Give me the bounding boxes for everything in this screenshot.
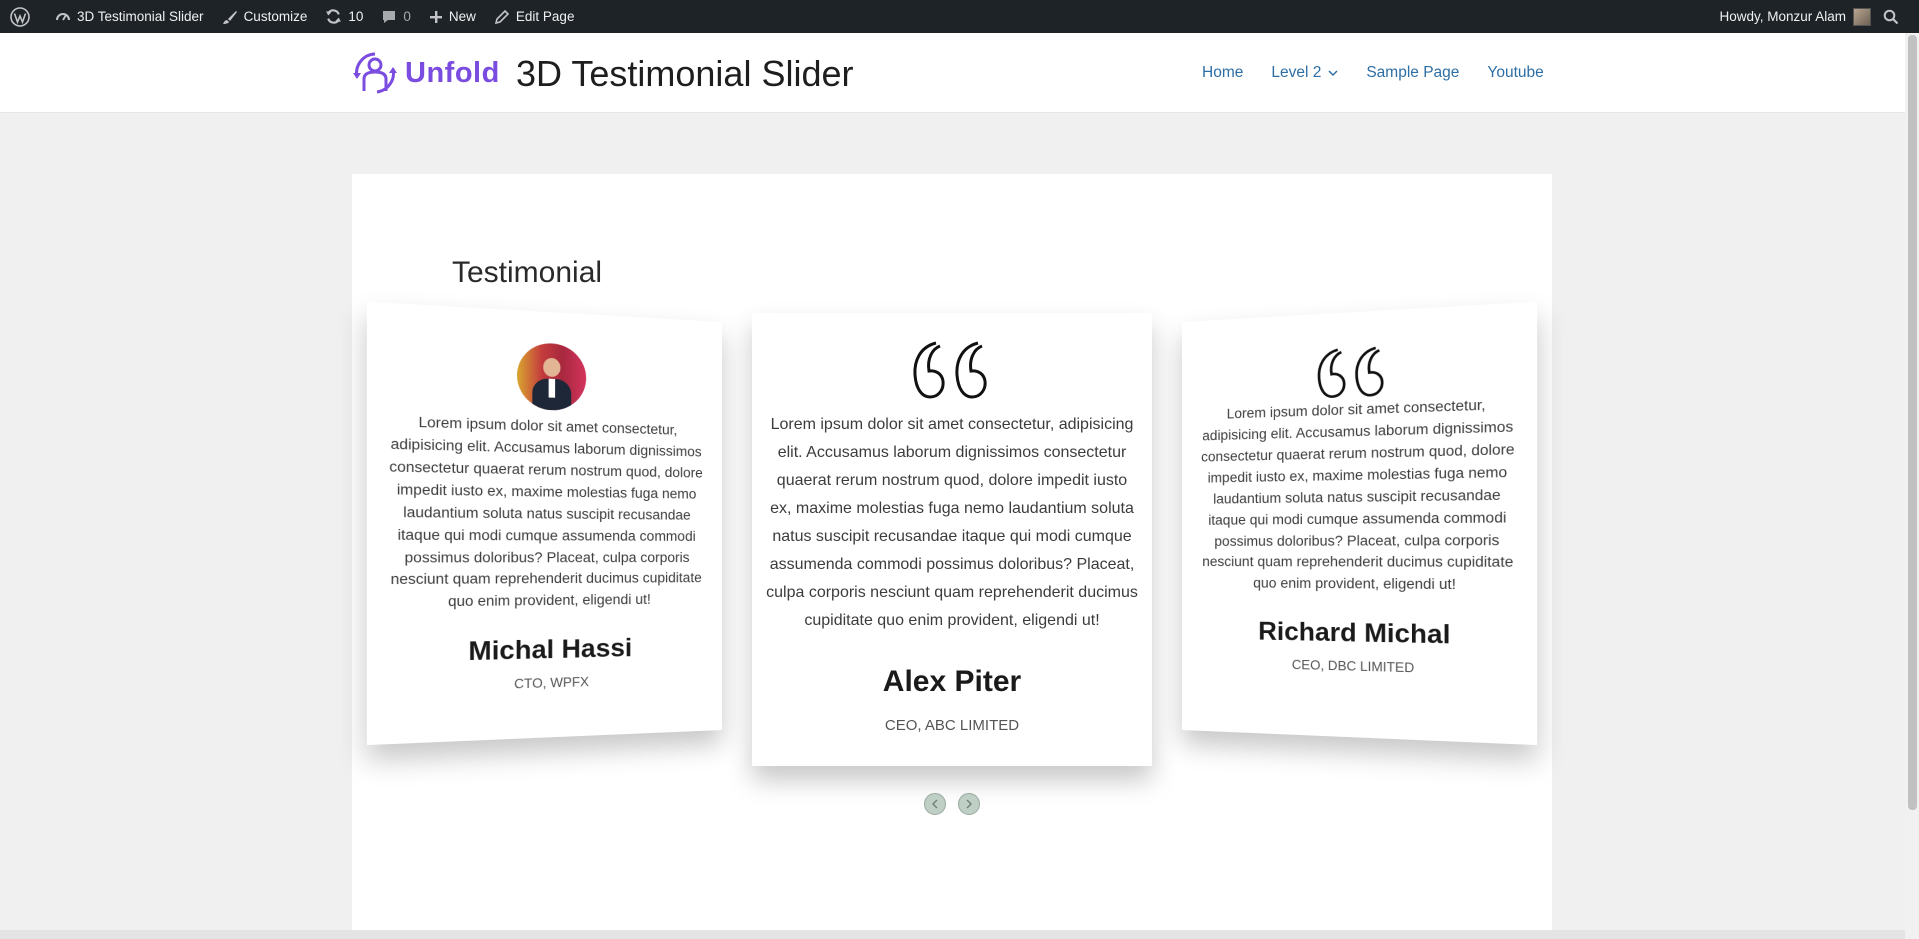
user-avatar bbox=[1853, 7, 1871, 26]
scrollbar-thumb[interactable] bbox=[1908, 35, 1917, 810]
slider-next-button[interactable] bbox=[958, 793, 980, 815]
edit-page-link[interactable]: Edit Page bbox=[485, 0, 584, 33]
my-account-menu[interactable]: Howdy, Monzur Alam bbox=[1710, 0, 1877, 33]
testimonial-name: Richard Michal bbox=[1258, 617, 1451, 651]
site-logo[interactable]: Unfold bbox=[351, 51, 500, 95]
primary-nav: Home Level 2 Sample Page Youtube bbox=[1202, 64, 1572, 82]
testimonial-role: CEO, ABC LIMITED bbox=[884, 717, 1020, 734]
updates-link[interactable]: 10 bbox=[316, 0, 372, 33]
comments-count: 0 bbox=[403, 9, 411, 24]
site-title[interactable]: 3D Testimonial Slider bbox=[516, 53, 853, 95]
chevron-down-icon bbox=[1328, 70, 1338, 77]
page-scrollbar[interactable] bbox=[1905, 33, 1919, 939]
testimonial-text: Lorem ipsum dolor sit amet consectetur, … bbox=[766, 416, 1138, 629]
testimonial-card-next[interactable]: Lorem ipsum dolor sit amet consectetur, … bbox=[1182, 301, 1538, 746]
updates-count: 10 bbox=[348, 9, 364, 24]
slider-navigation bbox=[924, 793, 980, 815]
quote-icon bbox=[913, 341, 987, 399]
admin-search-button[interactable] bbox=[1877, 0, 1911, 33]
site-header: Unfold 3D Testimonial Slider Home Level … bbox=[0, 33, 1905, 113]
nav-item-home[interactable]: Home bbox=[1202, 64, 1243, 82]
unfold-logo-icon bbox=[353, 52, 397, 94]
brush-icon bbox=[222, 10, 237, 24]
testimonial-card-active[interactable]: Lorem ipsum dolor sit amet consectetur, … bbox=[752, 313, 1152, 766]
testimonial-text: Lorem ipsum dolor sit amet consectetur, … bbox=[1201, 396, 1515, 593]
nav-item-sample-page[interactable]: Sample Page bbox=[1366, 64, 1459, 82]
testimonial-name: Alex Piter bbox=[882, 665, 1022, 698]
refresh-icon bbox=[326, 9, 342, 24]
logo-text: Unfold bbox=[405, 56, 500, 89]
new-content-link[interactable]: New bbox=[420, 0, 485, 33]
admin-bar: 3D Testimonial Slider Customize 10 0 New… bbox=[0, 0, 1919, 33]
wordpress-menu[interactable] bbox=[0, 0, 46, 33]
testimonial-card-prev[interactable]: Lorem ipsum dolor sit amet consectetur, … bbox=[366, 301, 722, 746]
slider-prev-button[interactable] bbox=[924, 793, 946, 815]
customize-link[interactable]: Customize bbox=[213, 0, 317, 33]
testimonial-slider: Lorem ipsum dolor sit amet consectetur, … bbox=[352, 174, 1552, 939]
footer-strip bbox=[0, 930, 1905, 939]
testimonial-role: CTO, WPFX bbox=[514, 675, 589, 692]
pencil-icon bbox=[494, 9, 510, 24]
testimonial-text: Lorem ipsum dolor sit amet consectetur, … bbox=[389, 414, 703, 610]
edit-page-label: Edit Page bbox=[515, 9, 575, 24]
plus-icon bbox=[429, 10, 442, 23]
nav-item-level-2[interactable]: Level 2 bbox=[1271, 64, 1338, 82]
site-name-link[interactable]: 3D Testimonial Slider bbox=[46, 0, 213, 33]
search-icon bbox=[1883, 9, 1899, 24]
chevron-right-icon bbox=[966, 799, 972, 809]
testimonial-avatar bbox=[516, 341, 587, 412]
page-content: Testimonial Lorem ipsum dolor sit amet c… bbox=[352, 174, 1552, 939]
quote-icon bbox=[1315, 342, 1391, 402]
testimonial-name: Michal Hassi bbox=[468, 633, 633, 667]
customize-label: Customize bbox=[243, 9, 308, 24]
comments-link[interactable]: 0 bbox=[372, 0, 420, 33]
greeting-label: Howdy, Monzur Alam bbox=[1719, 9, 1846, 24]
chevron-left-icon bbox=[932, 799, 938, 809]
comment-icon bbox=[383, 10, 396, 23]
nav-item-level-2-label: Level 2 bbox=[1271, 64, 1322, 81]
site-name-label: 3D Testimonial Slider bbox=[77, 9, 204, 24]
wordpress-icon bbox=[10, 6, 30, 27]
new-label: New bbox=[448, 9, 476, 24]
testimonial-role: CEO, DBC LIMITED bbox=[1291, 657, 1415, 676]
nav-item-youtube[interactable]: Youtube bbox=[1487, 64, 1543, 82]
dashboard-icon bbox=[56, 12, 70, 20]
